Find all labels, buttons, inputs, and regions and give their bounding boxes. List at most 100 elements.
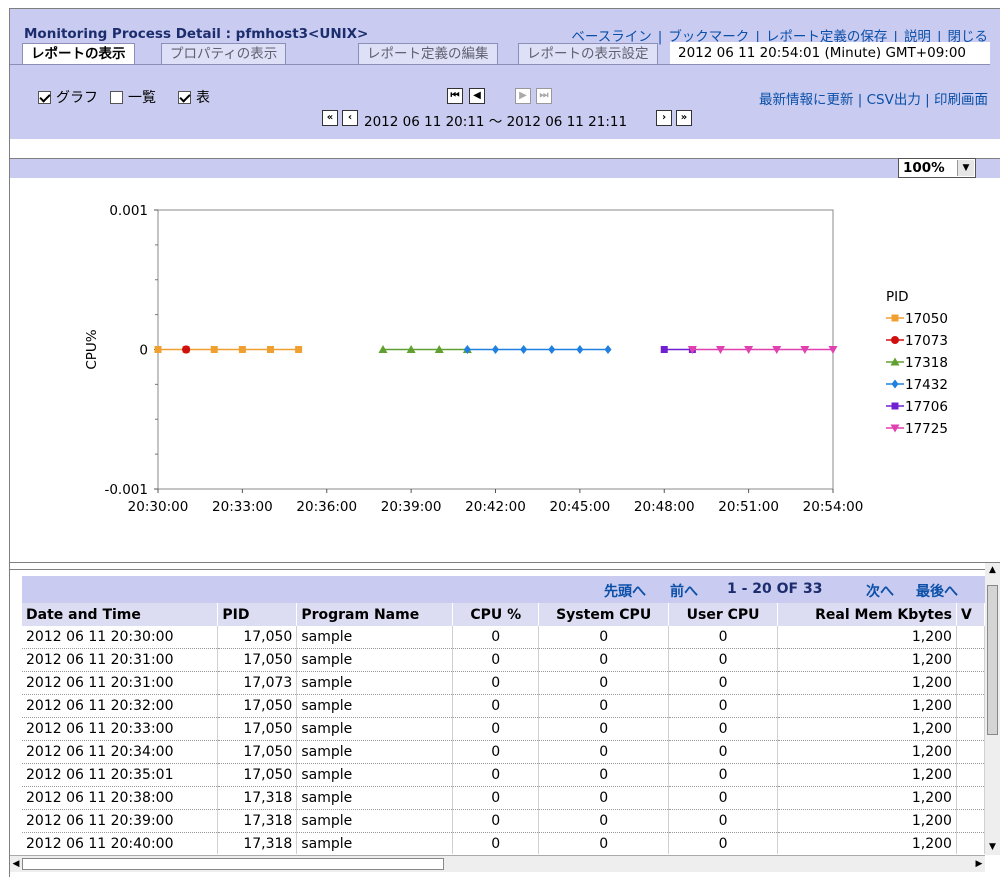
y-tick-label: -0.001 xyxy=(104,482,148,498)
last-page-icon[interactable]: ⏭ xyxy=(536,88,552,104)
legend-label: 17432 xyxy=(905,377,948,393)
table-cell: sample xyxy=(296,763,454,787)
table-cell: 1,200 xyxy=(777,648,957,672)
print-view-link[interactable]: 印刷画面 xyxy=(934,92,988,108)
table-row[interactable]: 2012 06 11 20:34:00 17,050 sample 0 0 0 1,200 xyxy=(22,740,985,764)
table-cell-empty xyxy=(956,809,985,833)
column-header[interactable]: Program Name xyxy=(296,603,454,626)
x-tick-label: 20:30:00 xyxy=(128,499,189,515)
prev-page-icon[interactable]: ◀ xyxy=(469,88,485,104)
table-panel: 先頭へ 前へ 1 - 20 OF 33 次へ 最後へ Date and Time… xyxy=(22,576,985,854)
table-cell: 2012 06 11 20:31:00 xyxy=(22,648,219,672)
scroll-right-icon[interactable]: ▶ xyxy=(973,856,985,872)
data-point-17050 xyxy=(154,346,162,353)
horizontal-scrollbar[interactable]: ◀ ▶ xyxy=(10,855,985,872)
table-cell: 17,050 xyxy=(217,648,298,672)
y-tick-label: 0 xyxy=(139,343,148,359)
legend-marker xyxy=(891,379,899,389)
tab-show-properties[interactable]: プロパティの表示 xyxy=(161,43,287,64)
table-cell-empty xyxy=(956,648,985,672)
checkbox-unchecked-icon[interactable] xyxy=(110,90,123,104)
table-cell-empty xyxy=(956,626,985,649)
zoom-select[interactable]: 100% ▼ xyxy=(898,158,976,178)
column-header[interactable]: User CPU xyxy=(668,603,779,626)
checkbox-checked-icon[interactable] xyxy=(38,90,51,104)
pager-next-link[interactable]: 次へ xyxy=(866,581,894,601)
table-cell: 17,318 xyxy=(217,786,298,810)
table-row[interactable]: 2012 06 11 20:31:00 17,073 sample 0 0 0 1,200 xyxy=(22,671,985,695)
list-checkbox[interactable]: 一覧 xyxy=(110,87,156,107)
graph-toolbar xyxy=(10,158,1000,178)
scroll-down-icon[interactable]: ▼ xyxy=(985,840,1000,855)
table-cell: 0 xyxy=(452,648,540,672)
pager-prev-link[interactable]: 前へ xyxy=(670,581,698,601)
cpu-chart: 0.001 0 -0.00120:30:00 20:33:00 20:36:00 20:3… xyxy=(84,203,948,515)
first-page-icon[interactable]: ⏮ xyxy=(447,88,463,104)
x-tick-label: 20:39:00 xyxy=(381,499,442,515)
scroll-left-icon[interactable]: ◀ xyxy=(10,856,22,872)
pager-last-link[interactable]: 最後へ xyxy=(916,581,958,601)
tab-edit-report-definition[interactable]: レポート定義の編集 xyxy=(358,43,498,64)
table-cell: 0 xyxy=(668,626,779,649)
tab-report-display-settings[interactable]: レポートの表示設定 xyxy=(518,43,658,64)
table-row[interactable]: 2012 06 11 20:33:00 17,050 sample 0 0 0 1,200 xyxy=(22,717,985,741)
table-cell: 0 xyxy=(538,626,670,649)
table-row[interactable]: 2012 06 11 20:40:00 17,318 sample 0 0 0 1,200 xyxy=(22,832,985,854)
table-row[interactable]: 2012 06 11 20:39:00 17,318 sample 0 0 0 1,200 xyxy=(22,809,985,833)
separator: | xyxy=(853,92,867,108)
refresh-link[interactable]: 最新情報に更新 xyxy=(759,92,854,108)
tab-show-report[interactable]: レポートの表示 xyxy=(22,43,135,64)
table-cell: 1,200 xyxy=(777,694,957,718)
chevron-down-icon[interactable]: ▼ xyxy=(957,160,974,176)
column-header[interactable]: Real Mem Kbytes xyxy=(777,603,957,626)
table-cell: 17,050 xyxy=(217,740,298,764)
table-row[interactable]: 2012 06 11 20:38:00 17,318 sample 0 0 0 1,200 xyxy=(22,786,985,810)
table-checkbox[interactable]: 表 xyxy=(178,87,210,107)
y-tick-label: 0.001 xyxy=(109,203,148,219)
data-point-17706 xyxy=(660,346,668,353)
x-tick-label: 20:33:00 xyxy=(212,499,273,515)
table-cell: 1,200 xyxy=(777,832,957,854)
range-back-step-icon[interactable]: ‹ xyxy=(342,110,358,126)
range-forward-step-icon[interactable]: › xyxy=(656,110,672,126)
vertical-scrollbar[interactable]: ▲ ▼ xyxy=(985,563,1000,855)
table-cell: 2012 06 11 20:40:00 xyxy=(22,832,219,854)
data-point-17073 xyxy=(182,345,191,354)
table-cell: 17,318 xyxy=(217,832,298,854)
table-row[interactable]: 2012 06 11 20:35:01 17,050 sample 0 0 0 1,200 xyxy=(22,763,985,787)
column-header[interactable]: System CPU xyxy=(538,603,670,626)
range-forward-icon[interactable]: » xyxy=(676,110,692,126)
range-back-icon[interactable]: « xyxy=(322,110,338,126)
next-page-icon[interactable]: ▶ xyxy=(515,88,531,104)
data-point-17050 xyxy=(295,346,303,353)
pane-splitter[interactable] xyxy=(10,562,1000,570)
graph-checkbox[interactable]: グラフ xyxy=(38,87,98,107)
table-cell: 0 xyxy=(452,626,540,649)
window-title: Monitoring Process Detail : pfmhost3<UNI… xyxy=(24,26,369,42)
horizontal-scroll-thumb[interactable] xyxy=(22,858,444,870)
table-cell: 0 xyxy=(538,740,670,764)
x-tick-label: 20:54:00 xyxy=(803,499,864,515)
table-cell: 2012 06 11 20:39:00 xyxy=(22,809,219,833)
vertical-scroll-thumb[interactable] xyxy=(987,585,998,735)
checkbox-checked-icon[interactable] xyxy=(178,90,191,104)
scroll-up-icon[interactable]: ▲ xyxy=(985,563,1000,578)
data-table: Date and Time PID Program Name CPU % System … xyxy=(22,603,985,854)
table-row[interactable]: 2012 06 11 20:31:00 17,050 sample 0 0 0 1,200 xyxy=(22,648,985,672)
table-cell: sample xyxy=(296,671,454,695)
legend-marker xyxy=(891,314,899,322)
pager-first-link[interactable]: 先頭へ xyxy=(604,581,646,601)
column-header[interactable]: Date and Time xyxy=(22,603,219,626)
table-cell: 0 xyxy=(538,832,670,854)
table-cell: 17,318 xyxy=(217,809,298,833)
table-row[interactable]: 2012 06 11 20:32:00 17,050 sample 0 0 0 1,200 xyxy=(22,694,985,718)
column-header[interactable]: CPU % xyxy=(452,603,540,626)
column-header[interactable]: V xyxy=(956,603,985,626)
action-links: 最新情報に更新 | CSV出力 | 印刷画面 xyxy=(759,88,988,108)
column-header[interactable]: PID xyxy=(217,603,298,626)
x-tick-label: 20:45:00 xyxy=(550,499,611,515)
table-row[interactable]: 2012 06 11 20:30:00 17,050 sample 0 0 0 1,200 xyxy=(22,626,985,649)
table-cell-empty xyxy=(956,763,985,787)
legend-marker xyxy=(891,402,899,410)
csv-output-link[interactable]: CSV出力 xyxy=(867,92,921,108)
